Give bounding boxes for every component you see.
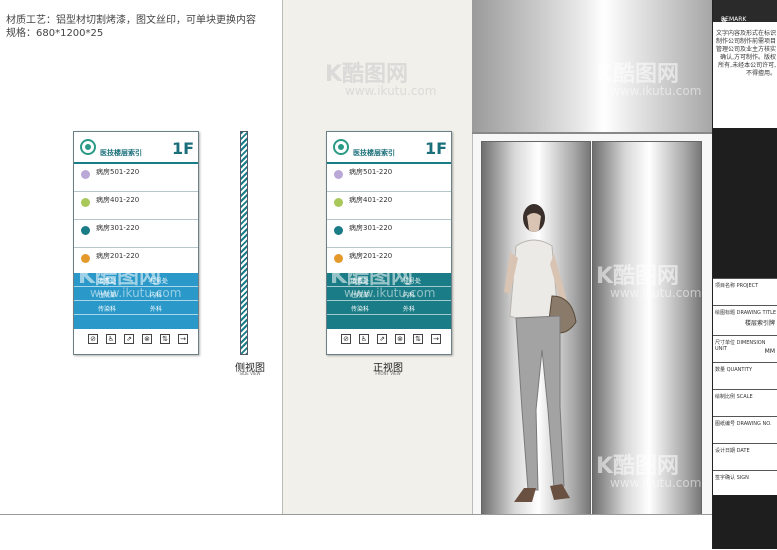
watermark-url: www.ikutu.com: [610, 286, 702, 300]
ward-row: 病房501-220: [74, 164, 198, 192]
restroom-icon: ♿: [106, 334, 116, 344]
no-entry-icon: ⊗: [142, 334, 152, 344]
ward-number-icon: [81, 226, 90, 235]
ward-number-icon: [81, 198, 90, 207]
hospital-logo-icon: [80, 139, 96, 155]
sign-front: 医技楼层索引 1F 病房501-220 病房401-220 病房301-220 …: [326, 131, 452, 355]
floor-number: 1F: [172, 139, 195, 158]
bottom-strip: [0, 514, 712, 550]
sign-left: 医技楼层索引 1F 病房501-220 病房401-220 病房301-220 …: [73, 131, 199, 355]
no-smoking-icon: ⊘: [88, 334, 98, 344]
person-illustration: [504, 204, 577, 502]
title-block-row: 设计日期 DATE: [713, 443, 777, 471]
front-view-subtitle: FRONT VIEW: [375, 371, 401, 376]
title-block-row: 数量 QUANTITY: [713, 362, 777, 390]
side-view-subtitle: SIDE VIEW: [239, 371, 261, 376]
sign-header: 医技楼层索引 1F: [327, 132, 451, 164]
title-block-row: 项目名称 PROJECT: [713, 278, 777, 306]
title-block: 备注 REMARK 文字内容及形式在标识制作公司制作前需项目管理公司及业主方核实…: [712, 0, 777, 549]
spec-line: 规格：680*1200*25: [6, 28, 104, 39]
material-spec: 材质工艺：铝型材切割烤漆，图文丝印，可单块更换内容 规格：680*1200*25: [6, 14, 256, 40]
title-block-row: 绘制比例 SCALE: [713, 389, 777, 417]
no-entry-icon: ⊗: [395, 334, 405, 344]
watermark-url: www.ikutu.com: [610, 476, 702, 490]
remark-header: 备注 REMARK: [713, 0, 777, 34]
watermark-url: www.ikutu.com: [610, 84, 702, 98]
title-block-row: 尺寸单位 DIMENSION UNIT MM: [713, 335, 777, 363]
stairs-icon: ⇗: [377, 334, 387, 344]
elevator-icon: ⇅: [160, 334, 170, 344]
ward-row: 病房301-220: [74, 220, 198, 248]
remark-text: 文字内容及形式在标识制作公司制作前需项目管理公司及业主方核实确认,方可制作。版权…: [716, 30, 777, 77]
ward-row: 病房401-220: [327, 192, 451, 220]
watermark-url: www.ikutu.com: [344, 286, 436, 300]
hospital-logo-icon: [333, 139, 349, 155]
ward-row: 病房401-220: [74, 192, 198, 220]
restroom-icon: ♿: [359, 334, 369, 344]
title-block-row: 绘图标题 DRAWING TITLE 楼层索引牌: [713, 305, 777, 336]
ward-number-icon: [334, 226, 343, 235]
ward-row: 病房301-220: [327, 220, 451, 248]
floor-name: 医技楼层索引: [353, 149, 395, 157]
stairs-icon: ⇗: [124, 334, 134, 344]
title-block-row: 签字确认 SIGN: [713, 470, 777, 496]
department-row: 传染科 外科: [327, 301, 451, 315]
no-smoking-icon: ⊘: [341, 334, 351, 344]
pictogram-strip: ⊘ ♿ ⇗ ⊗ ⇅ →: [327, 330, 451, 350]
exit-icon: →: [178, 334, 188, 344]
exit-icon: →: [431, 334, 441, 344]
ward-number-icon: [334, 170, 343, 179]
elevator-icon: ⇅: [413, 334, 423, 344]
watermark-url: www.ikutu.com: [345, 84, 437, 98]
floor-number: 1F: [425, 139, 448, 158]
pictogram-strip: ⊘ ♿ ⇗ ⊗ ⇅ →: [74, 330, 198, 350]
spec-line: 材质工艺：铝型材切割烤漆，图文丝印，可单块更换内容: [6, 15, 256, 26]
title-block-row: 图纸编号 DRAWING NO.: [713, 416, 777, 444]
ward-number-icon: [334, 198, 343, 207]
title-block-dark-area: [713, 128, 777, 278]
department-row: 传染科 外科: [74, 301, 198, 315]
ward-number-icon: [81, 170, 90, 179]
side-view-drawing: [240, 131, 248, 355]
floor-name: 医技楼层索引: [100, 149, 142, 157]
ward-row: 病房501-220: [327, 164, 451, 192]
watermark-url: www.ikutu.com: [90, 286, 182, 300]
sign-header: 医技楼层索引 1F: [74, 132, 198, 164]
title-block-footer: [713, 495, 777, 549]
